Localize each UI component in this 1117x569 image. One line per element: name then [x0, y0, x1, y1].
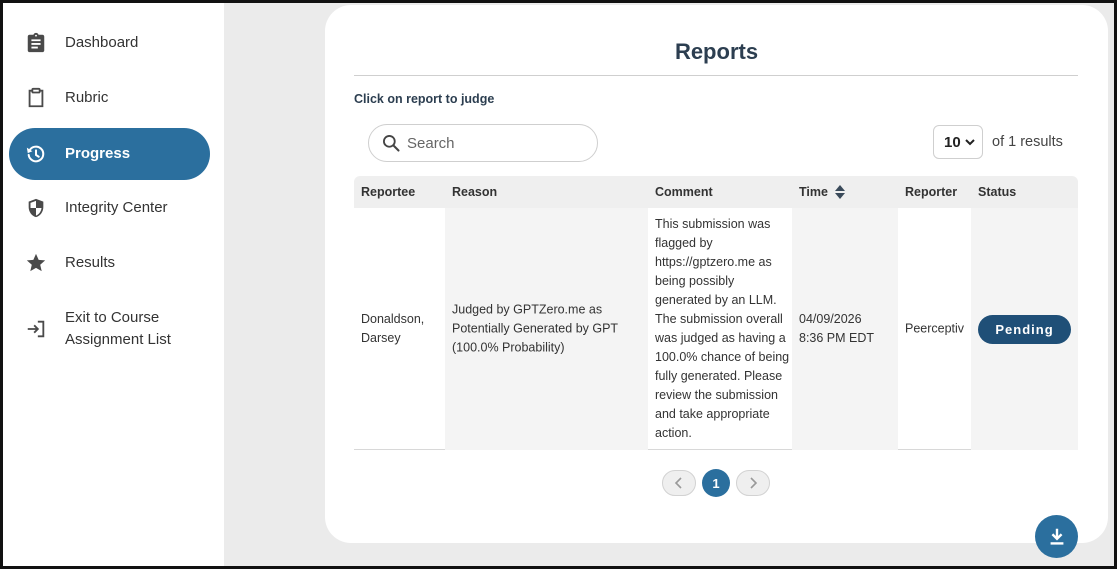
- history-icon: [25, 143, 47, 165]
- prev-page-button[interactable]: [662, 470, 696, 496]
- page-size-select[interactable]: 10: [933, 125, 983, 159]
- page-size-value: 10: [944, 133, 961, 151]
- sidebar-item-results[interactable]: Results: [9, 237, 210, 289]
- reporter-text: Peerceptiv: [905, 321, 965, 336]
- instruction-text: Click on report to judge: [354, 92, 495, 106]
- cell-comment: This submission was flagged by https://g…: [648, 208, 792, 450]
- reportee-last-name: Donaldson,: [361, 312, 425, 326]
- sidebar-item-progress[interactable]: Progress: [9, 128, 210, 180]
- search-input[interactable]: [407, 134, 587, 152]
- table-header: Reportee Reason Comment Time Reporter St…: [354, 176, 1078, 208]
- next-page-button[interactable]: [736, 470, 770, 496]
- sidebar-item-integrity-center[interactable]: Integrity Center: [9, 182, 210, 234]
- shield-icon: [25, 197, 47, 219]
- results-count: of 1 results: [992, 134, 1063, 150]
- clipboard-icon: [25, 87, 47, 109]
- clipboard-list-icon: [25, 32, 47, 54]
- cell-reportee: Donaldson, Darsey: [354, 208, 445, 450]
- time-date: 04/09/2026: [799, 312, 862, 326]
- header-time[interactable]: Time: [799, 185, 828, 199]
- exit-icon: [25, 318, 47, 340]
- star-icon: [25, 252, 47, 274]
- header-reason[interactable]: Reason: [452, 185, 497, 199]
- sidebar-item-dashboard[interactable]: Dashboard: [9, 17, 210, 69]
- header-status[interactable]: Status: [978, 185, 1016, 199]
- header-comment[interactable]: Comment: [655, 185, 713, 199]
- reports-card: Reports Click on report to judge 10 of 1…: [325, 5, 1108, 543]
- exit-label-line2: Assignment List: [65, 331, 171, 348]
- title-divider: [354, 75, 1078, 76]
- chevron-left-icon: [674, 477, 682, 489]
- comment-text: This submission was flagged by https://g…: [655, 217, 790, 440]
- header-reporter[interactable]: Reporter: [905, 185, 957, 199]
- sidebar-item-label: Rubric: [65, 89, 109, 106]
- sidebar-item-exit-to-course[interactable]: Exit to Course Assignment List: [9, 302, 210, 356]
- cell-reporter: Peerceptiv: [898, 208, 971, 450]
- sidebar: Dashboard Rubric Progress Integrity Cent…: [3, 3, 224, 566]
- reports-table: Reportee Reason Comment Time Reporter St…: [354, 176, 1078, 450]
- exit-label-line1: Exit to Course: [65, 309, 160, 326]
- cell-status: Pending: [971, 208, 1078, 450]
- reportee-first-name: Darsey: [361, 331, 401, 345]
- search-icon: [383, 135, 400, 152]
- table-row[interactable]: Donaldson, Darsey Judged by GPTZero.me a…: [354, 208, 1078, 450]
- download-button[interactable]: [1035, 515, 1078, 558]
- chevron-right-icon: [750, 477, 758, 489]
- cell-time: 04/09/2026 8:36 PM EDT: [792, 208, 898, 450]
- page-1-button[interactable]: 1: [702, 469, 730, 497]
- sidebar-item-label: Exit to Course Assignment List: [65, 307, 171, 351]
- time-clock: 8:36 PM EDT: [799, 331, 875, 345]
- cell-reason: Judged by GPTZero.me as Potentially Gene…: [445, 208, 648, 450]
- header-reportee[interactable]: Reportee: [361, 185, 415, 199]
- chevron-down-icon: [965, 139, 975, 146]
- sidebar-item-rubric[interactable]: Rubric: [9, 72, 210, 124]
- page-title: Reports: [674, 39, 759, 64]
- sidebar-item-label: Results: [65, 254, 116, 271]
- search-box[interactable]: [368, 124, 598, 162]
- sidebar-item-label: Dashboard: [65, 34, 139, 51]
- sort-icon[interactable]: [833, 183, 847, 201]
- status-badge[interactable]: Pending: [978, 315, 1071, 344]
- reason-text: Judged by GPTZero.me as Potentially Gene…: [452, 302, 618, 355]
- sidebar-item-label: Progress: [65, 145, 131, 162]
- download-icon: [1050, 528, 1063, 545]
- sidebar-item-label: Integrity Center: [65, 199, 168, 216]
